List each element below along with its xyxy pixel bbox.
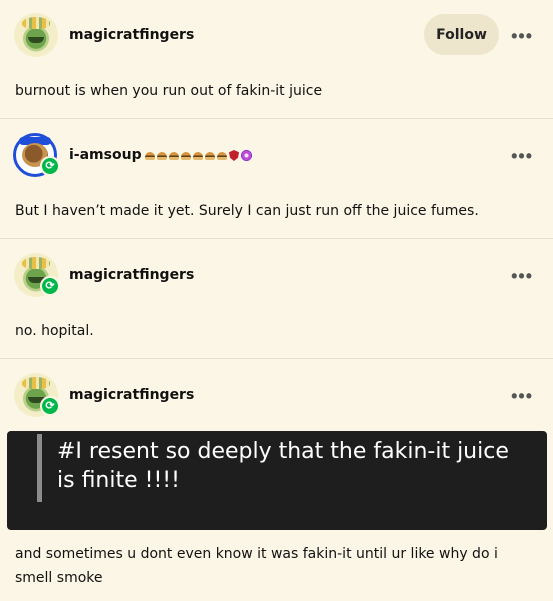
burger-badge-icon bbox=[181, 151, 191, 160]
avatar[interactable] bbox=[14, 13, 58, 57]
post-text: burnout is when you run out of fakin-it … bbox=[15, 83, 323, 99]
divider bbox=[0, 238, 553, 239]
divider bbox=[0, 358, 553, 359]
burger-badge-icon bbox=[145, 151, 155, 160]
quote-block: #I resent so deeply that the fakin-it ju… bbox=[7, 431, 547, 530]
shield-badge-icon bbox=[229, 150, 239, 161]
username[interactable]: i-amsoup bbox=[69, 147, 142, 163]
username[interactable]: magicratfingers bbox=[69, 267, 194, 283]
orb-badge-icon bbox=[241, 150, 252, 161]
more-options-icon[interactable]: ••• bbox=[511, 266, 533, 287]
username[interactable]: magicratfingers bbox=[69, 387, 194, 403]
more-options-icon[interactable]: ••• bbox=[511, 26, 533, 47]
reblog-icon: ⟳ bbox=[40, 156, 60, 176]
post-text: no. hopital. bbox=[15, 323, 94, 339]
burger-badge-icon bbox=[205, 151, 215, 160]
quote-bar bbox=[37, 434, 42, 502]
post-text: But I haven’t made it yet. Surely I can … bbox=[15, 203, 479, 219]
username[interactable]: magicratfingers bbox=[69, 27, 194, 43]
burger-badge-icon bbox=[157, 151, 167, 160]
more-options-icon[interactable]: ••• bbox=[511, 386, 533, 407]
follow-button[interactable]: Follow bbox=[424, 14, 499, 55]
burger-badge-icon bbox=[169, 151, 179, 160]
reblog-icon: ⟳ bbox=[40, 276, 60, 296]
post-text: and sometimes u dont even know it was fa… bbox=[15, 546, 498, 586]
burger-badge-icon bbox=[193, 151, 203, 160]
more-options-icon[interactable]: ••• bbox=[511, 146, 533, 167]
divider bbox=[0, 118, 553, 119]
quote-text: #I resent so deeply that the fakin-it ju… bbox=[57, 439, 509, 493]
reblog-icon: ⟳ bbox=[40, 396, 60, 416]
badge-row bbox=[145, 150, 252, 161]
burger-badge-icon bbox=[217, 151, 227, 160]
